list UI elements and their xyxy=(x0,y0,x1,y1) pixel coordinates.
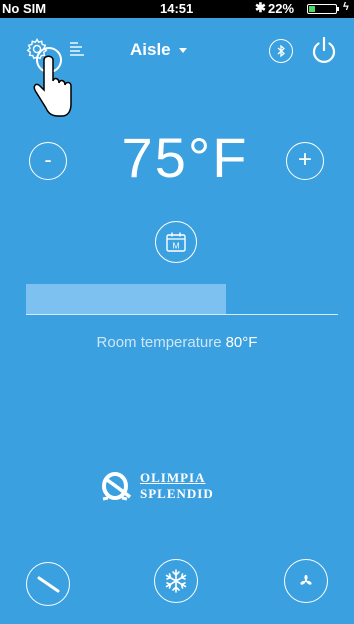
setpoint-temperature: 75°F xyxy=(121,126,249,189)
battery-nub xyxy=(337,7,339,11)
room-temperature-label: Room temperature xyxy=(96,334,222,351)
power-icon xyxy=(312,36,336,63)
schedule-button[interactable]: M xyxy=(155,221,197,263)
divider xyxy=(26,314,338,315)
room-name: Aisle xyxy=(130,40,171,59)
room-temperature-value: 80°F xyxy=(225,334,258,351)
increase-temperature-button[interactable]: + xyxy=(286,142,324,180)
fan-button[interactable] xyxy=(284,559,328,603)
fan-icon xyxy=(300,574,312,585)
decrease-temperature-button[interactable]: - xyxy=(29,142,67,180)
calendar-icon: M xyxy=(166,232,186,252)
battery-percentage: 22% xyxy=(268,1,295,16)
room-selector[interactable]: Aisle xyxy=(130,40,187,60)
mode-button[interactable] xyxy=(26,562,70,606)
cooling-button[interactable] xyxy=(154,559,198,603)
bluetooth-status-icon: ✱ xyxy=(255,0,266,15)
brand-line-2: SPLENDID xyxy=(140,486,214,501)
bluetooth-icon xyxy=(277,44,285,58)
temperature-level-bar xyxy=(26,284,276,314)
clock: 14:51 xyxy=(160,1,194,16)
room-temperature: Room temperature 80°F xyxy=(0,334,354,351)
minus-icon: - xyxy=(44,146,52,172)
tap-hand-icon xyxy=(30,46,74,120)
temperature-level-fill xyxy=(26,284,226,314)
charging-icon: ϟ xyxy=(343,1,349,13)
plus-icon: + xyxy=(297,146,312,173)
bluetooth-button[interactable] xyxy=(269,39,293,63)
brand-mark-icon xyxy=(102,472,132,501)
chevron-down-icon xyxy=(178,47,187,53)
battery-fill xyxy=(309,6,315,12)
mode-off-icon xyxy=(37,576,60,593)
battery-icon xyxy=(307,4,337,14)
brand-logo: OLIMPIA SPLENDID xyxy=(100,470,214,502)
carrier-label: No SIM xyxy=(2,1,47,16)
power-button[interactable] xyxy=(309,34,339,66)
status-bar: No SIM 14:51 ✱ 22% ϟ xyxy=(0,0,354,18)
brand-line-1: OLIMPIA xyxy=(140,470,206,485)
calendar-letter: M xyxy=(172,241,179,251)
snowflake-icon xyxy=(165,569,187,593)
